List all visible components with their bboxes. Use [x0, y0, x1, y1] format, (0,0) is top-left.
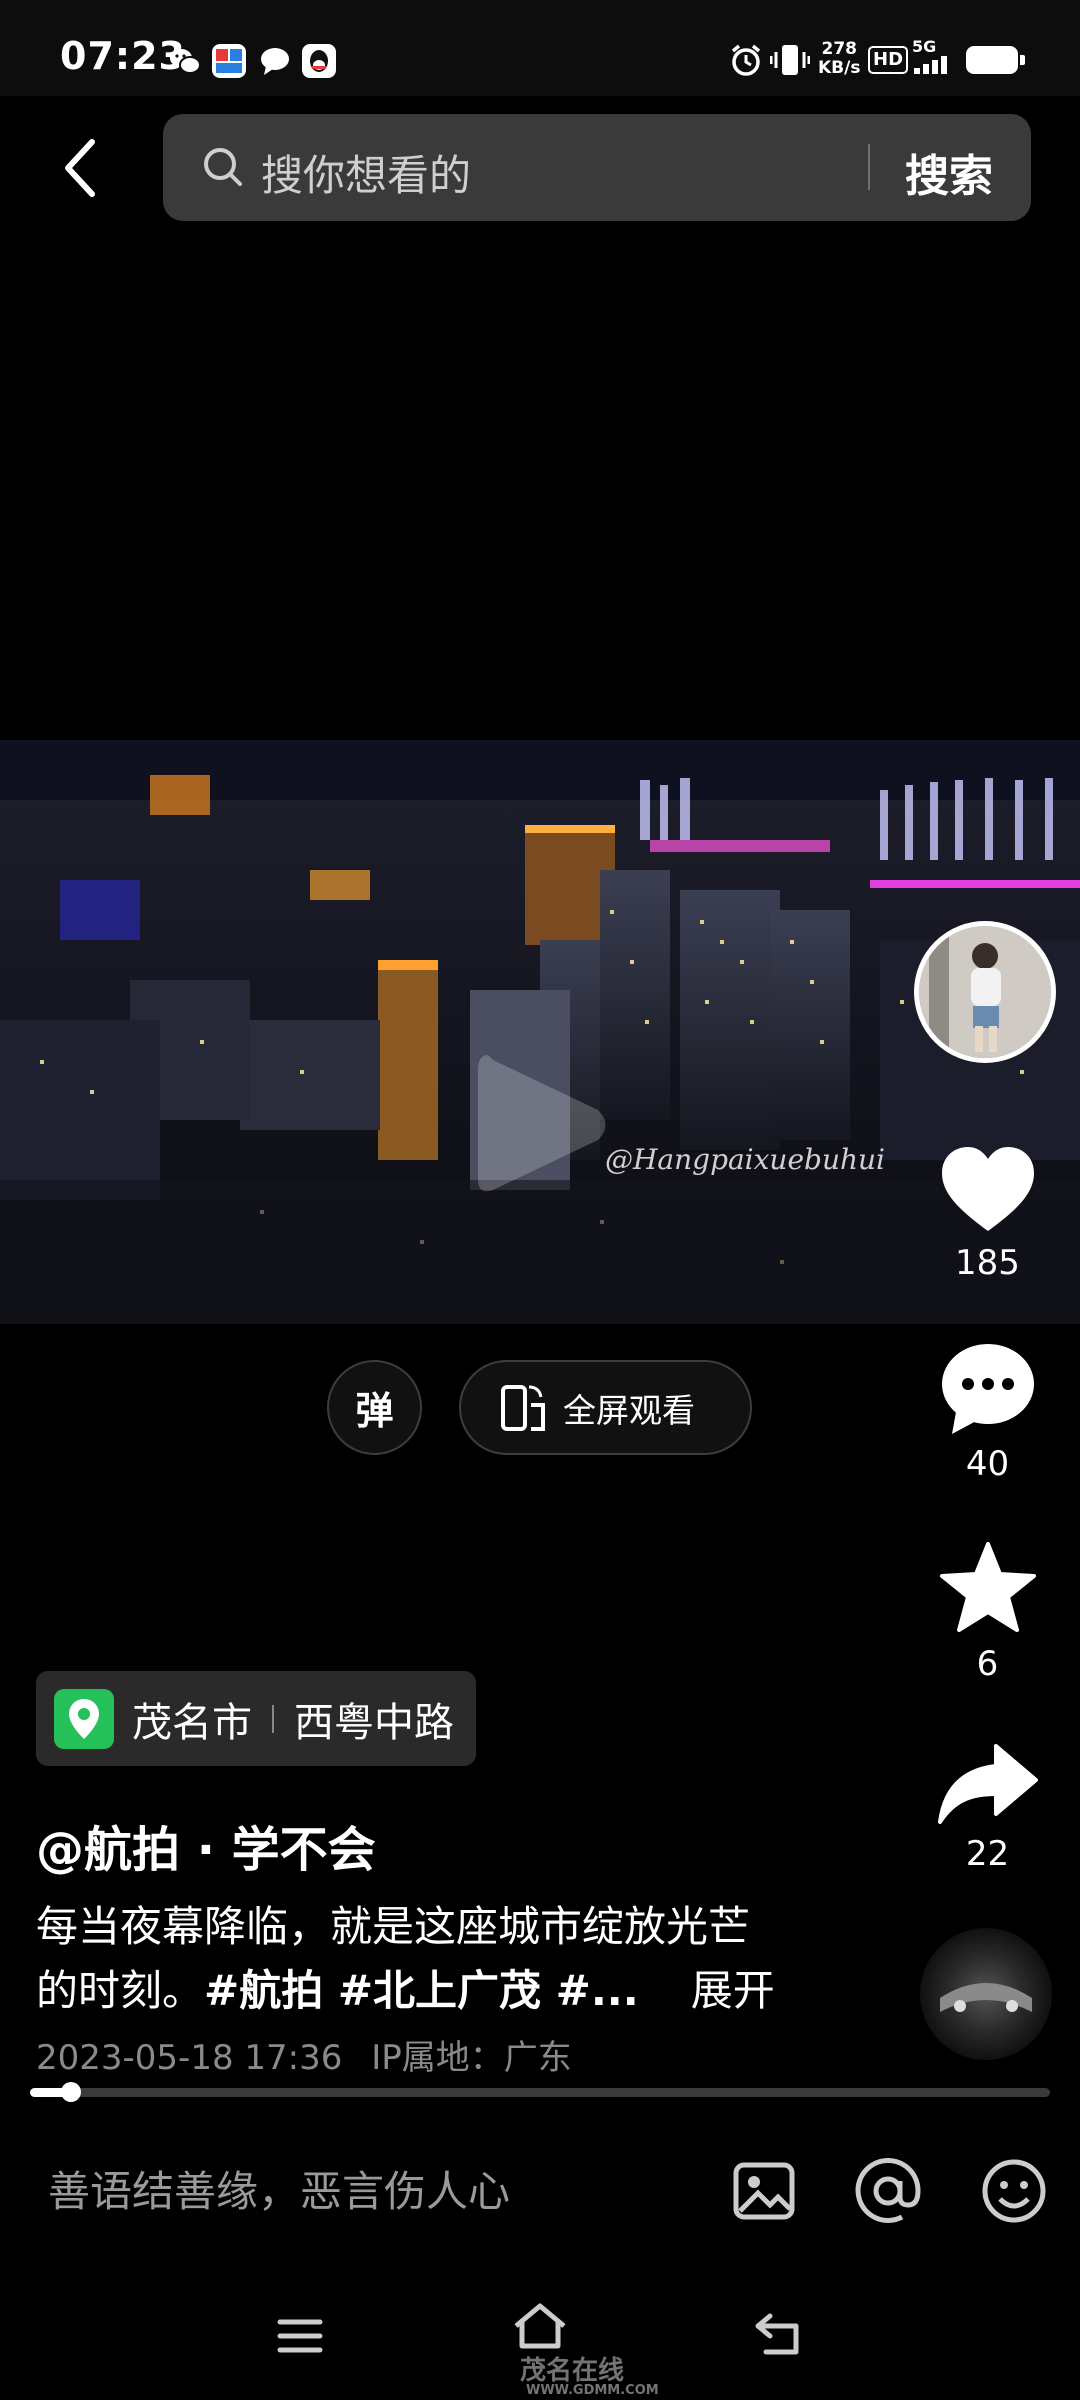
post-author[interactable]: @航拍 · 学不会	[36, 1810, 376, 1880]
alarm-icon	[728, 42, 764, 82]
danmaku-toggle-button[interactable]: 弹	[327, 1360, 422, 1455]
progress-thumb[interactable]	[60, 2082, 81, 2102]
caption-hashtags[interactable]: #航拍 #北上广茂 #...	[204, 1966, 639, 2015]
location-tag[interactable]: 茂名市 西粤中路	[36, 1671, 476, 1766]
location-city: 茂名市	[132, 1699, 252, 1746]
network-type: 5G	[912, 37, 937, 56]
message-icon	[258, 44, 292, 78]
favorite-count: 6	[976, 1644, 999, 1684]
author-avatar[interactable]	[914, 921, 1056, 1063]
comment-count: 40	[965, 1444, 1010, 1484]
progress-bar[interactable]	[30, 2082, 1050, 2102]
search-icon	[201, 145, 245, 193]
share-arrow-icon	[937, 1744, 1038, 1824]
video-player[interactable]: @Hangpaixuebuhui	[0, 740, 1080, 1324]
post-caption: 每当夜幕降临，就是这座城市绽放光芒 的时刻。#航拍 #北上广茂 #... 展开	[36, 1895, 816, 2023]
comment-button[interactable]: 40	[930, 1340, 1045, 1484]
like-count: 185	[955, 1243, 1020, 1283]
signal-icon: 5G	[912, 37, 956, 74]
search-bar[interactable]: 搜你想看的 搜索	[163, 114, 1031, 221]
menu-icon	[277, 2319, 323, 2353]
location-street: 西粤中路	[294, 1699, 454, 1746]
comment-input[interactable]: 善语结善缘，恶言伤人心	[48, 2158, 510, 2219]
battery-icon	[966, 46, 1025, 74]
music-disc[interactable]	[920, 1928, 1052, 2060]
like-button[interactable]: 185	[930, 1143, 1045, 1283]
rotate-screen-icon	[501, 1384, 545, 1431]
city-night-scene	[0, 740, 1080, 1324]
post-meta: 2023-05-18 17:36 IP属地：广东	[36, 2030, 572, 2079]
nav-home-button[interactable]	[510, 2300, 570, 2356]
back-nav-icon	[755, 2313, 799, 2355]
search-input[interactable]: 搜你想看的	[261, 142, 471, 203]
share-button[interactable]: 22	[930, 1742, 1045, 1874]
back-arrow-icon	[65, 139, 95, 197]
fullscreen-label: 全屏观看	[563, 1390, 695, 1430]
site-watermark-logo: 茂名在线 WWW.GDMM.COM	[520, 2356, 659, 2398]
star-icon	[939, 1542, 1036, 1632]
expand-link[interactable]: 展开	[691, 1966, 775, 2015]
location-separator	[272, 1704, 274, 1733]
comment-icon	[941, 1344, 1034, 1434]
mention-icon[interactable]	[852, 2155, 924, 2227]
favorite-button[interactable]: 6	[930, 1540, 1045, 1684]
image-icon[interactable]	[728, 2155, 800, 2227]
nav-menu-button[interactable]	[276, 2316, 324, 2360]
share-count: 22	[965, 1834, 1010, 1874]
ip-location: IP属地：广东	[371, 2038, 572, 2078]
alipay-icon	[212, 44, 246, 78]
home-icon	[514, 2303, 566, 2349]
hd-badge: HD	[868, 46, 909, 74]
wechat-icon	[168, 44, 202, 78]
caption-line-1: 每当夜幕降临，就是这座城市绽放光芒	[36, 1902, 751, 1951]
search-divider	[868, 144, 870, 190]
emoji-icon[interactable]	[978, 2155, 1050, 2227]
caption-line-2: 的时刻。	[36, 1966, 205, 2015]
fullscreen-button[interactable]: 全屏观看	[459, 1360, 752, 1455]
back-button[interactable]	[50, 135, 110, 201]
vibrate-icon	[769, 42, 811, 82]
search-button[interactable]: 搜索	[905, 140, 993, 204]
video-watermark: @Hangpaixuebuhui	[605, 1143, 886, 1176]
nav-back-button[interactable]	[752, 2312, 806, 2362]
heart-icon	[941, 1147, 1034, 1231]
location-pin-icon	[54, 1688, 114, 1749]
network-speed: 278 KB/s	[818, 39, 861, 78]
qq-icon	[302, 44, 336, 78]
post-timestamp: 2023-05-18 17:36	[36, 2038, 343, 2078]
pause-overlay-icon[interactable]	[468, 1045, 618, 1205]
